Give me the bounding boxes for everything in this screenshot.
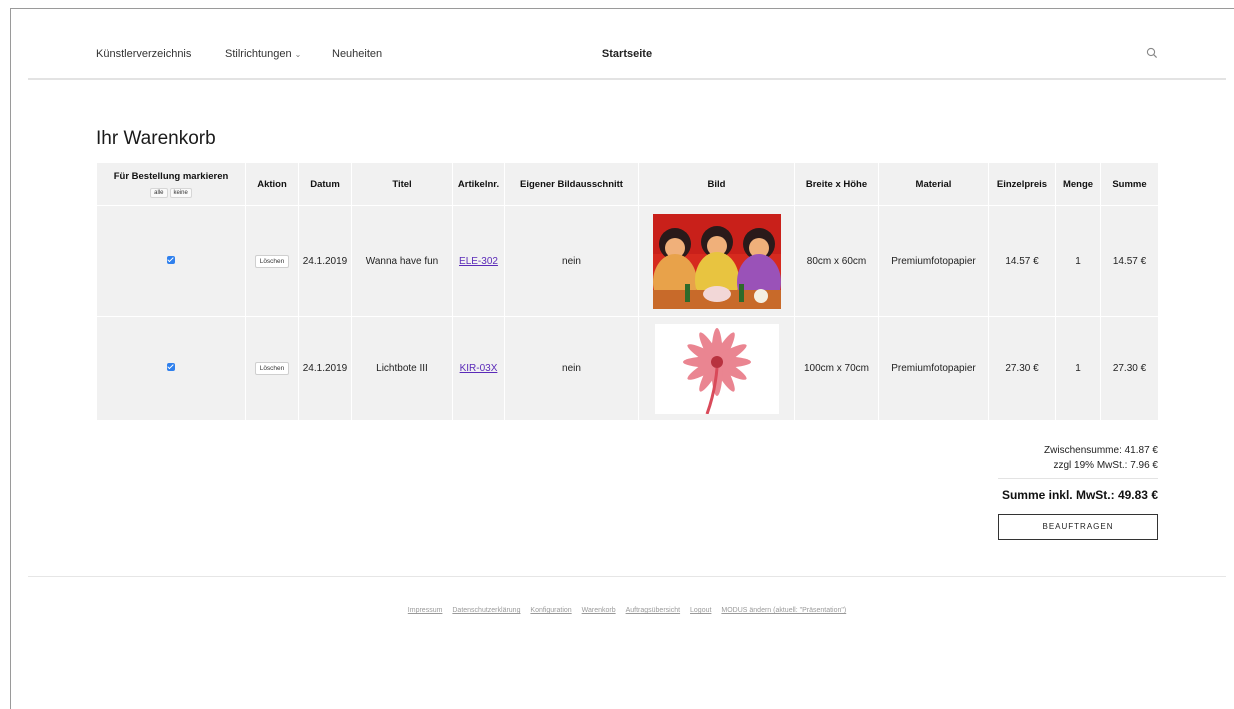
footer-link-auftragsuebersicht[interactable]: Auftragsübersicht (626, 607, 680, 614)
date-cell: 24.1.2019 (298, 205, 352, 317)
grand-total: Summe inkl. MwSt.: 49.83 € (1001, 488, 1158, 502)
qty-cell: 1 (1055, 316, 1101, 421)
artwork-thumbnail[interactable] (654, 323, 779, 414)
table-row: Löschen 24.1.2019 Lichtbote III KIR-03X … (96, 316, 1159, 421)
col-header-image: Bild (638, 162, 795, 206)
footer-link-datenschutz[interactable]: Datenschutzerklärung (452, 607, 520, 614)
divider (28, 576, 1226, 577)
col-header-qty: Menge (1055, 162, 1101, 206)
delete-button[interactable]: Löschen (254, 254, 290, 268)
order-button[interactable]: BEAUFTRAGEN (998, 514, 1158, 540)
mark-header-label: Für Bestellung markieren (113, 170, 229, 182)
footer-link-impressum[interactable]: Impressum (408, 607, 443, 614)
material-cell: Premiumfotopapier (878, 205, 989, 317)
col-header-sum: Summe (1100, 162, 1159, 206)
col-header-action: Aktion (245, 162, 299, 206)
col-header-material: Material (878, 162, 989, 206)
mark-cell (96, 316, 246, 421)
subtotal: Zwischensumme: 41.87 € (1044, 445, 1158, 456)
crop-cell: nein (504, 316, 639, 421)
table-row: Löschen 24.1.2019 Wanna have fun ELE-302… (96, 205, 1159, 317)
mark-none-button[interactable]: keine (169, 187, 192, 198)
mark-cell (96, 205, 246, 317)
crop-cell: nein (504, 205, 639, 317)
title-cell: Wanna have fun (351, 205, 453, 317)
footer-link-logout[interactable]: Logout (690, 607, 711, 614)
page-title: Ihr Warenkorb (96, 128, 216, 149)
sum-cell: 14.57 € (1100, 205, 1159, 317)
col-header-article: Artikelnr. (452, 162, 505, 206)
mark-all-button[interactable]: alle (150, 187, 168, 198)
col-header-title: Titel (351, 162, 453, 206)
delete-button[interactable]: Löschen (254, 362, 290, 375)
image-cell (638, 316, 795, 421)
divider (998, 478, 1158, 479)
footer-link-modus[interactable]: MODUS ändern (aktuell: "Präsentation") (721, 607, 846, 614)
vat-amount: zzgl 19% MwSt.: 7.96 € (1053, 460, 1159, 471)
home-link[interactable]: Startseite (28, 48, 1226, 60)
col-header-date: Datum (298, 162, 352, 206)
qty-cell: 1 (1055, 205, 1101, 317)
col-header-size: Breite x Höhe (794, 162, 879, 206)
artwork-thumbnail[interactable] (652, 213, 781, 309)
article-link[interactable]: KIR-03X (460, 363, 498, 374)
totals-block: Zwischensumme: 41.87 € zzgl 19% MwSt.: 7… (1044, 443, 1158, 473)
cart-table: Für Bestellung markieren alle keine Aktio… (96, 162, 1159, 421)
col-header-crop: Eigener Bildausschnitt (504, 162, 639, 206)
order-checkbox[interactable] (167, 363, 175, 371)
sum-cell: 27.30 € (1100, 316, 1159, 421)
footer-links: Impressum Datenschutzerklärung Konfigura… (28, 607, 1226, 614)
size-cell: 80cm x 60cm (794, 205, 879, 317)
image-cell (638, 205, 795, 317)
size-cell: 100cm x 70cm (794, 316, 879, 421)
footer-link-warenkorb[interactable]: Warenkorb (582, 607, 616, 614)
article-cell: KIR-03X (452, 316, 505, 421)
search-icon[interactable] (1146, 46, 1160, 60)
unit-price-cell: 27.30 € (988, 316, 1056, 421)
order-checkbox[interactable] (167, 255, 175, 264)
site-header: Künstlerverzeichnis Stilrichtungen ⌄ Neuh… (28, 8, 1226, 80)
unit-price-cell: 14.57 € (988, 205, 1056, 317)
col-header-unit-price: Einzelpreis (988, 162, 1056, 206)
table-header-row: Für Bestellung markieren alle keine Aktio… (96, 162, 1159, 206)
action-cell: Löschen (245, 205, 299, 317)
article-cell: ELE-302 (452, 205, 505, 317)
material-cell: Premiumfotopapier (878, 316, 989, 421)
date-cell: 24.1.2019 (298, 316, 352, 421)
title-cell: Lichtbote III (351, 316, 453, 421)
action-cell: Löschen (245, 316, 299, 421)
article-link[interactable]: ELE-302 (459, 256, 498, 267)
footer-link-konfiguration[interactable]: Konfiguration (530, 607, 571, 614)
col-header-mark: Für Bestellung markieren alle keine (96, 162, 246, 206)
